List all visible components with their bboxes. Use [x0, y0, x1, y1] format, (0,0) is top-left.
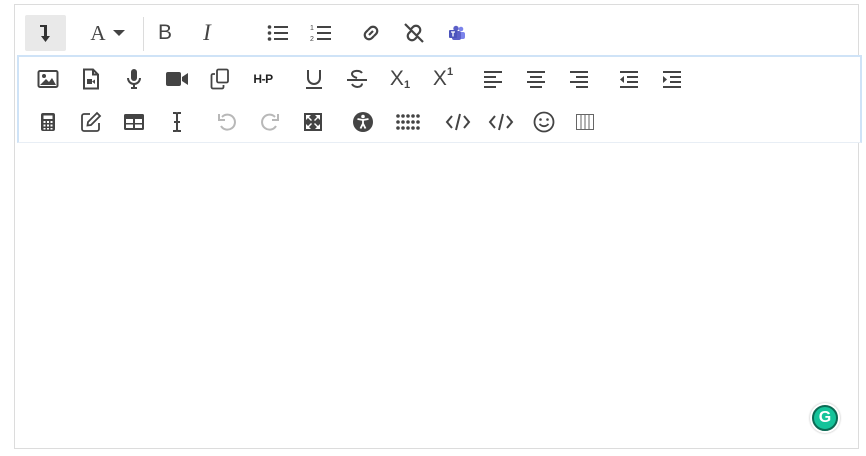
code-icon	[445, 113, 471, 131]
align-center-button[interactable]	[521, 65, 551, 93]
subscript-index: 1	[403, 79, 411, 91]
columns-button[interactable]	[570, 108, 600, 136]
insert-image-button[interactable]	[33, 65, 63, 93]
italic-button[interactable]: I	[192, 19, 222, 47]
clear-formatting-button[interactable]	[162, 108, 192, 136]
bullet-list-icon	[267, 25, 288, 41]
insert-link-button[interactable]	[356, 19, 386, 47]
table-icon	[124, 114, 144, 130]
undo-icon	[218, 113, 236, 131]
align-right-icon	[570, 71, 588, 88]
text-cursor-icon	[173, 112, 181, 132]
superscript-base: X	[432, 67, 447, 90]
align-left-icon	[484, 71, 502, 88]
pencil-square-icon	[81, 111, 102, 132]
file-media-icon	[83, 68, 99, 90]
font-color-label: A	[90, 20, 106, 45]
teams-meeting-button[interactable]	[442, 19, 472, 47]
rich-text-editor: A B I 12 H-P X 1 X 1 G	[14, 4, 862, 449]
fullscreen-button[interactable]	[298, 108, 328, 136]
outdent-button[interactable]	[614, 65, 644, 93]
grammarly-icon: G	[812, 405, 838, 431]
h5p-label: H-P	[253, 72, 273, 86]
insert-table-button[interactable]	[119, 108, 149, 136]
microsoft-teams-icon	[449, 25, 465, 40]
align-center-icon	[527, 71, 545, 88]
accessibility-checker-button[interactable]	[348, 108, 378, 136]
keypad-grid-icon	[396, 114, 420, 130]
caret-down-icon	[112, 30, 125, 36]
undo-button[interactable]	[212, 108, 242, 136]
grammarly-badge[interactable]: G	[810, 403, 840, 433]
code-snippet-button[interactable]	[484, 108, 518, 136]
h5p-button[interactable]: H-P	[247, 65, 279, 93]
columns-icon	[576, 114, 594, 130]
bold-label: B	[157, 21, 172, 44]
outdent-icon	[620, 71, 638, 88]
indent-icon	[663, 71, 681, 88]
numbered-list-icon: 12	[310, 25, 331, 43]
strikethrough-button[interactable]	[342, 65, 372, 93]
copy-button[interactable]	[205, 65, 235, 93]
toolbar-expanded-panel: H-P X1 X1	[17, 55, 862, 143]
italic-label: I	[203, 20, 211, 45]
calculator-icon	[41, 113, 55, 131]
subscript-button[interactable]: X1	[385, 65, 415, 93]
numbered-list-button[interactable]: 12	[306, 19, 336, 47]
accessibility-icon	[353, 112, 373, 132]
underline-icon	[306, 70, 322, 89]
arrow-down-right-icon	[39, 25, 50, 42]
toolbar-primary: A B I 12	[15, 5, 858, 55]
strikethrough-icon	[347, 69, 367, 88]
toolbar-toggle-button[interactable]	[25, 15, 66, 51]
unlink-button[interactable]	[399, 19, 429, 47]
unlink-icon	[404, 23, 424, 43]
image-icon	[37, 70, 59, 88]
superscript-index: 1	[446, 66, 454, 78]
record-audio-button[interactable]	[119, 65, 149, 93]
equation-editor-button[interactable]	[33, 108, 63, 136]
bullet-list-button[interactable]	[263, 19, 293, 47]
html-source-button[interactable]	[441, 108, 475, 136]
align-left-button[interactable]	[478, 65, 508, 93]
edit-button[interactable]	[76, 108, 106, 136]
record-video-button[interactable]	[162, 65, 192, 93]
emoji-button[interactable]	[529, 108, 559, 136]
indent-button[interactable]	[657, 65, 687, 93]
insert-media-button[interactable]	[76, 65, 106, 93]
code-icon	[488, 113, 514, 131]
superscript-button[interactable]: X1	[428, 65, 458, 93]
special-characters-button[interactable]	[391, 108, 425, 136]
bold-button[interactable]: B	[150, 19, 180, 47]
redo-icon	[261, 113, 279, 131]
microphone-icon	[127, 69, 141, 89]
svg-text:2: 2	[310, 36, 314, 43]
expand-icon	[304, 113, 322, 131]
copy-icon	[210, 68, 229, 90]
font-color-button[interactable]: A	[85, 19, 131, 47]
video-camera-icon	[166, 72, 188, 86]
link-icon	[363, 25, 379, 41]
toolbar-separator	[143, 17, 144, 51]
smiley-face-icon	[533, 111, 555, 133]
editor-content-area[interactable]	[15, 143, 858, 448]
svg-text:1: 1	[310, 25, 314, 32]
underline-button[interactable]	[299, 65, 329, 93]
redo-button[interactable]	[255, 108, 285, 136]
align-right-button[interactable]	[564, 65, 594, 93]
subscript-base: X	[389, 67, 404, 90]
grammarly-label: G	[818, 409, 832, 426]
